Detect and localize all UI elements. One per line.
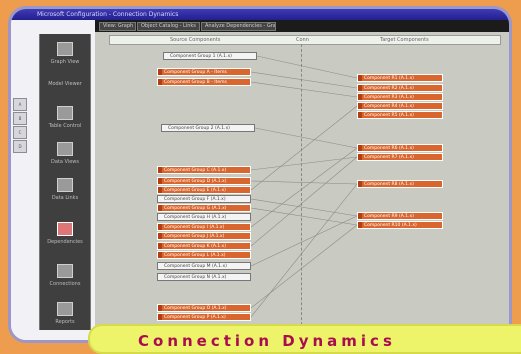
nav-item-data-views[interactable]: Data Views (40, 142, 90, 165)
source-node[interactable]: Component Group E (A.1.x) (157, 186, 251, 194)
nav-label: Dependencies (47, 239, 83, 245)
source-node[interactable]: Component Group B - Items (157, 78, 251, 86)
target-node[interactable]: Component R3 (A.1.x) (357, 93, 443, 101)
nav-item-dependencies[interactable]: Dependencies (40, 222, 90, 245)
target-node[interactable]: Component R8 (A.1.x) (357, 180, 443, 188)
connection-line (250, 105, 358, 191)
source-node[interactable]: Component Group O (A.1.x) (157, 304, 251, 312)
nav-item-graph-view[interactable]: Graph View (40, 42, 90, 65)
reports-icon (57, 302, 73, 316)
vtab-a[interactable]: A (13, 98, 27, 111)
target-node[interactable]: Component R6 (A.1.x) (357, 144, 443, 152)
source-node[interactable]: Component Group N (A.1.x) (157, 273, 251, 281)
catalog-select[interactable]: Object Catalog - Links (137, 22, 200, 31)
title-bar: Microsoft Configuration - Connection Dyn… (11, 9, 509, 20)
connection-line (250, 81, 358, 98)
nav-label: Data Links (51, 195, 79, 201)
analyze-select[interactable]: Analyze Dependencies - Graph (201, 22, 276, 31)
link-icon (57, 178, 73, 192)
nav-label: Model Viewer (48, 81, 82, 87)
caption-banner: Connection Dynamics (88, 324, 521, 354)
source-node[interactable]: Component Group M (A.1.x) (157, 262, 251, 270)
target-node[interactable]: Component R5 (A.1.x) (357, 111, 443, 119)
target-node[interactable]: Component R1 (A.1.x) (357, 74, 443, 82)
connection-line (250, 180, 358, 185)
source-node[interactable]: Component Group C (A.1.x) (157, 166, 251, 174)
graph-canvas[interactable]: Source Components Conn Target Components… (95, 32, 509, 340)
vtab-d[interactable]: D (13, 140, 27, 153)
source-node[interactable]: Component Group G (A.1.x) (157, 204, 251, 212)
source-node[interactable]: Component Group P (A.1.x) (157, 313, 251, 321)
table-icon (57, 106, 73, 120)
connection-line (250, 156, 358, 171)
banner-text: Connection Dynamics (138, 332, 396, 350)
target-node[interactable]: Component R10 (A.1.x) (357, 221, 443, 229)
nav-label: Data Views (51, 159, 79, 165)
connection-line (250, 183, 358, 318)
dependencies-icon (57, 222, 73, 236)
nav-item-model-viewer[interactable]: Model Viewer (40, 78, 90, 87)
source-node[interactable]: Component Group L (A.1.x) (157, 251, 251, 259)
source-node[interactable]: Component Group F (A.1.x) (157, 195, 251, 203)
connection-line (250, 207, 358, 226)
nav-item-reports[interactable]: Reports (40, 302, 90, 325)
vtab-c[interactable]: C (13, 126, 27, 139)
nav-item-table-control[interactable]: Table Control (40, 106, 90, 129)
target-node[interactable]: Component R4 (A.1.x) (357, 102, 443, 110)
graph-icon (57, 42, 73, 56)
toolbar: View: Graph Object Catalog - Links Analy… (95, 20, 509, 32)
connection-line (256, 55, 358, 79)
view-select[interactable]: View: Graph (99, 22, 136, 31)
source-node[interactable]: Component Group J (A.1.x) (157, 232, 251, 240)
connection-line (250, 215, 358, 267)
source-node[interactable]: Component Group A - Items (157, 68, 251, 76)
source-node[interactable]: Component Group H (A.1.x) (157, 213, 251, 221)
target-node[interactable]: Component R2 (A.1.x) (357, 84, 443, 92)
nav-label: Table Control (48, 123, 82, 129)
source-node[interactable]: Component Group 2 (A.1.x) (161, 124, 255, 132)
nav-item-data-links[interactable]: Data Links (40, 178, 90, 201)
source-node[interactable]: Component Group I (A.1.x) (157, 223, 251, 231)
connection-line (250, 224, 358, 309)
connection-line (250, 147, 358, 228)
nav-label: Connections (49, 281, 81, 287)
app-window: Microsoft Configuration - Connection Dyn… (8, 6, 512, 343)
vertical-tabs: A B C D (13, 98, 27, 154)
target-node[interactable]: Component R9 (A.1.x) (357, 212, 443, 220)
nav-item-connections[interactable]: Connections (40, 264, 90, 287)
source-node[interactable]: Component Group K (A.1.x) (157, 242, 251, 250)
sidebar: A B C D Graph View Model Viewer Table Co… (11, 20, 95, 340)
nav-label: Graph View (50, 59, 80, 65)
connection-line (254, 127, 358, 149)
database-icon (57, 142, 73, 156)
source-node[interactable]: Component Group 1 (A.1.x) (163, 52, 257, 60)
target-node[interactable]: Component R7 (A.1.x) (357, 153, 443, 161)
vtab-b[interactable]: B (13, 112, 27, 125)
nav-label: Reports (55, 319, 75, 325)
source-node[interactable]: Component Group D (A.1.x) (157, 177, 251, 185)
navigation-bar: Graph View Model Viewer Table Control Da… (39, 34, 91, 330)
connections-icon (57, 264, 73, 278)
